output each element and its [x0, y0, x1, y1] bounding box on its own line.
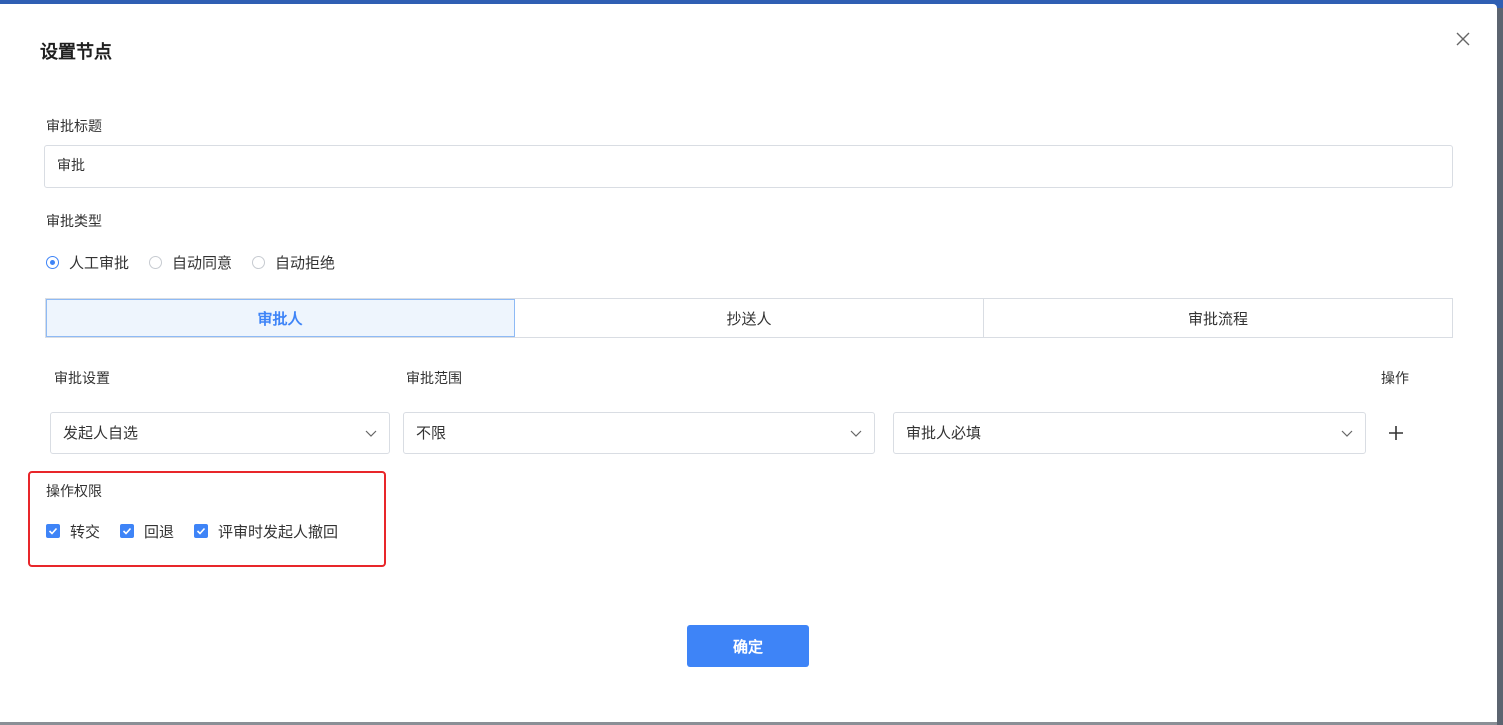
- approval-title-label: 审批标题: [46, 119, 102, 135]
- tab-approver[interactable]: 审批人: [46, 299, 515, 337]
- radio-manual-approval[interactable]: 人工审批: [46, 252, 129, 273]
- background-overlay: [1497, 8, 1503, 725]
- checkbox-checked-icon: [194, 524, 209, 538]
- confirm-button[interactable]: 确定: [687, 625, 809, 667]
- select-value: 不限: [416, 424, 447, 442]
- add-row-icon[interactable]: [1385, 422, 1407, 444]
- select-value: 发起人自选: [63, 424, 139, 442]
- dialog-title: 设置节点: [40, 42, 112, 63]
- radio-unselected-icon: [149, 255, 163, 269]
- radio-selected-icon: [46, 255, 59, 269]
- set-node-dialog: 设置节点 审批标题 审批 审批类型 人工审批 自动同意 自动拒绝 审批人 抄送人…: [0, 4, 1497, 722]
- close-icon[interactable]: [1452, 28, 1474, 50]
- tab-cc[interactable]: 抄送人: [515, 299, 984, 337]
- checkbox-label: 评审时发起人撤回: [218, 522, 339, 541]
- approval-type-label: 审批类型: [46, 214, 102, 230]
- radio-label: 人工审批: [69, 253, 130, 272]
- checkbox-label: 回退: [144, 522, 175, 541]
- radio-auto-reject[interactable]: 自动拒绝: [252, 252, 335, 273]
- radio-auto-approve[interactable]: 自动同意: [149, 252, 232, 273]
- tab-approval-flow[interactable]: 审批流程: [984, 299, 1452, 337]
- checkbox-label: 转交: [70, 522, 101, 541]
- radio-label: 自动拒绝: [275, 253, 336, 272]
- permissions-label: 操作权限: [46, 484, 102, 500]
- approval-title-input[interactable]: 审批: [44, 145, 1453, 188]
- column-header-setting: 审批设置: [54, 371, 110, 387]
- radio-label: 自动同意: [172, 253, 233, 272]
- approval-tabs: 审批人 抄送人 审批流程: [45, 298, 1453, 338]
- checkbox-rollback[interactable]: 回退: [120, 521, 174, 542]
- checkbox-checked-icon: [46, 524, 60, 538]
- approval-setting-select[interactable]: 发起人自选: [50, 412, 390, 454]
- chevron-down-icon: [1341, 430, 1353, 437]
- checkbox-checked-icon: [120, 524, 135, 538]
- select-value: 审批人必填: [906, 424, 982, 442]
- column-header-action: 操作: [1381, 371, 1409, 387]
- checkbox-initiator-withdraw[interactable]: 评审时发起人撤回: [194, 521, 338, 542]
- chevron-down-icon: [365, 430, 377, 437]
- permissions-checkbox-group: 转交 回退 评审时发起人撤回: [46, 519, 358, 543]
- approval-scope-select[interactable]: 不限: [403, 412, 875, 454]
- column-header-scope: 审批范围: [406, 371, 462, 387]
- checkbox-transfer[interactable]: 转交: [46, 521, 100, 542]
- approver-required-select[interactable]: 审批人必填: [893, 412, 1366, 454]
- approval-type-radio-group: 人工审批 自动同意 自动拒绝: [46, 250, 355, 274]
- chevron-down-icon: [850, 430, 862, 437]
- radio-unselected-icon: [252, 255, 266, 269]
